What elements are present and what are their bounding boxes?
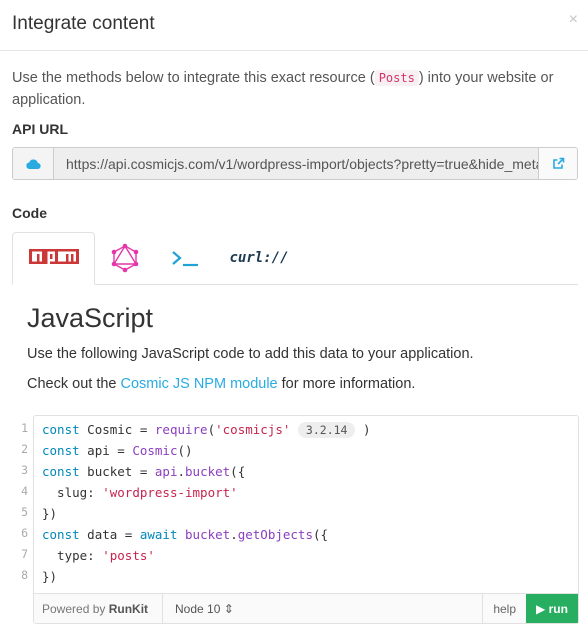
runkit-brand: RunKit — [108, 601, 149, 616]
runkit-footer: Powered by RunKit Node 10 ⇕ help ▶ run — [34, 593, 578, 623]
external-link-icon[interactable] — [538, 148, 577, 179]
line-number: 8 — [21, 568, 28, 582]
code-line: const data = await bucket.getObjects({ — [42, 527, 329, 542]
modal-header: Integrate content × — [0, 0, 588, 51]
node-version-select[interactable]: Node 10 ⇕ — [162, 594, 234, 623]
close-icon[interactable]: × — [569, 11, 578, 29]
code-editor[interactable]: const Cosmic = require('cosmicjs' 3.2.14… — [33, 415, 579, 624]
code-line: }) — [42, 506, 58, 521]
powered-by-text: Powered by — [42, 601, 106, 616]
tab-npm[interactable] — [12, 232, 95, 285]
line-number: 6 — [21, 526, 28, 540]
npm-icon — [28, 248, 79, 264]
npm-module-link[interactable]: Cosmic JS NPM module — [121, 376, 278, 392]
terminal-icon — [172, 251, 198, 267]
code-line: const Cosmic = require('cosmicjs' 3.2.14… — [42, 422, 371, 438]
run-button[interactable]: ▶ run — [526, 594, 578, 623]
panel-more-before: Check out the — [27, 376, 121, 392]
panel-more: Check out the Cosmic JS NPM module for m… — [27, 376, 415, 392]
panel-title: JavaScript — [27, 303, 154, 333]
cloud-icon — [13, 148, 54, 179]
line-number: 5 — [21, 505, 28, 519]
code-label: Code — [12, 205, 47, 221]
powered-by: Powered by RunKit — [34, 602, 162, 616]
api-url-label: API URL — [12, 121, 68, 137]
line-numbers: 1 2 3 4 5 6 7 8 — [12, 418, 28, 586]
version-badge: 3.2.14 — [297, 422, 356, 438]
api-url-field: https://api.cosmicjs.com/v1/wordpress-im… — [12, 147, 578, 180]
code-line: slug: 'wordpress-import' — [42, 485, 238, 500]
line-number: 2 — [21, 442, 28, 456]
line-number: 3 — [21, 463, 28, 477]
tab-graphql[interactable] — [108, 232, 142, 284]
code-line: }) — [42, 569, 58, 584]
code-line: type: 'posts' — [42, 548, 155, 563]
modal-title: Integrate content — [12, 13, 155, 34]
panel-more-after: for more information. — [277, 376, 416, 392]
tab-curl[interactable]: curl:// — [229, 232, 289, 284]
api-url-input[interactable]: https://api.cosmicjs.com/v1/wordpress-im… — [54, 148, 538, 179]
tab-terminal[interactable] — [168, 232, 202, 284]
code-lines[interactable]: const Cosmic = require('cosmicjs' 3.2.14… — [42, 419, 371, 587]
line-number: 7 — [21, 547, 28, 561]
description: Use the methods below to integrate this … — [12, 67, 572, 111]
code-line: const api = Cosmic() — [42, 443, 193, 458]
line-number: 1 — [21, 421, 28, 435]
code-tabs: curl:// — [12, 232, 578, 285]
help-button[interactable]: help — [482, 594, 526, 623]
line-number: 4 — [21, 484, 28, 498]
code-line: const bucket = api.bucket({ — [42, 464, 246, 479]
curl-label: curl:// — [229, 250, 289, 266]
description-text: Use the methods below to integrate this … — [12, 70, 375, 86]
panel-intro: Use the following JavaScript code to add… — [27, 346, 474, 362]
graphql-icon — [111, 243, 139, 273]
resource-tag: Posts — [374, 70, 419, 86]
